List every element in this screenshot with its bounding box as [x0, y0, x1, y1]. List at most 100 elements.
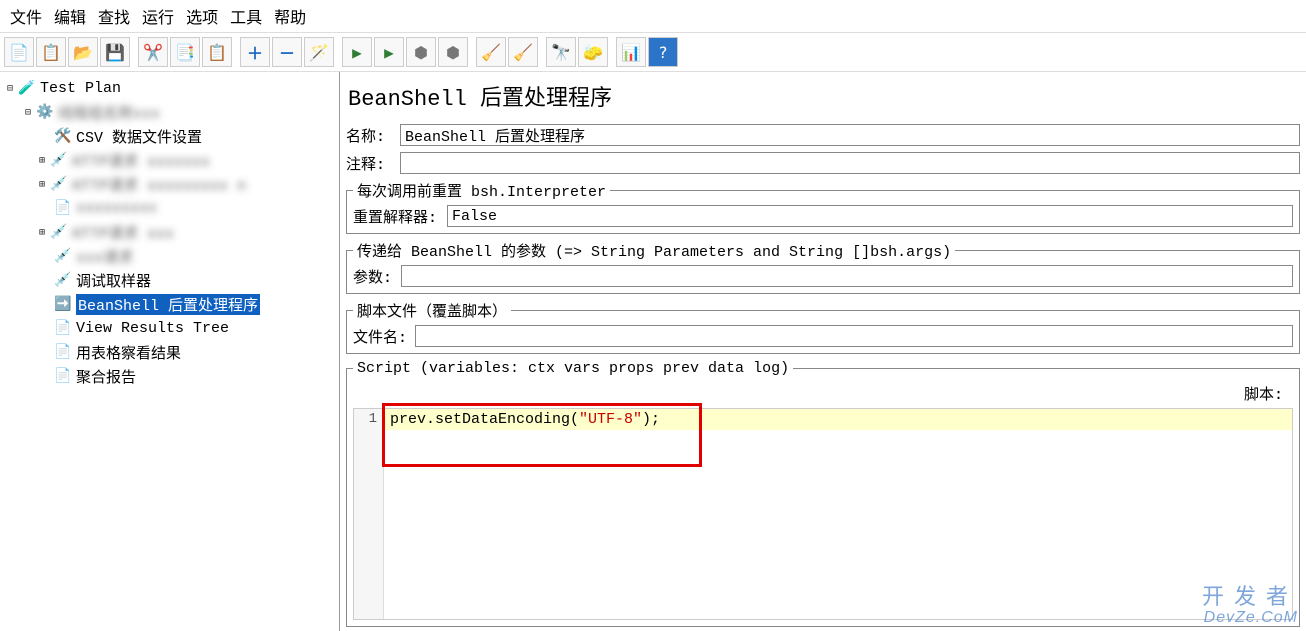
testplan-icon: 🧪	[18, 80, 36, 96]
tree-blurred-label: xxx请求	[76, 246, 133, 267]
tree-blurred-label: HTTP请求 xxx	[72, 222, 174, 243]
tree-blurred-label: xxxxxxxxx	[76, 200, 157, 217]
tree-viewresults[interactable]: 📄 View Results Tree	[2, 316, 337, 340]
wand-icon[interactable]: 🪄	[304, 37, 334, 67]
tree-tableview[interactable]: 📄 用表格察看结果	[2, 340, 337, 364]
tree-http3[interactable]: ⊞ 💉 HTTP请求 xxx	[2, 220, 337, 244]
tree-csv[interactable]: 🛠️ CSV 数据文件设置	[2, 124, 337, 148]
dropper-icon: 💉	[50, 176, 68, 192]
tree-aggregate[interactable]: 📄 聚合报告	[2, 364, 337, 388]
name-input[interactable]	[400, 124, 1300, 146]
reset-search-icon[interactable]: 🧽	[578, 37, 608, 67]
wrench-icon: 🛠️	[54, 128, 72, 144]
tree-beanshell-label: BeanShell 后置处理程序	[76, 294, 260, 315]
tree-toggle-icon[interactable]: ⊞	[36, 155, 48, 166]
menu-help[interactable]: 帮助	[270, 2, 310, 30]
comment-row: 注释:	[346, 152, 1300, 174]
menu-search[interactable]: 查找	[94, 2, 134, 30]
tree-http1[interactable]: ⊞ 💉 HTTP请求 xxxxxxx	[2, 148, 337, 172]
tree-beanshell[interactable]: ➡️ BeanShell 后置处理程序	[2, 292, 337, 316]
clear-icon[interactable]: 🧹	[476, 37, 506, 67]
menu-file[interactable]: 文件	[6, 2, 46, 30]
params-input[interactable]	[401, 265, 1293, 287]
tree-panel[interactable]: ⊟ 🧪 Test Plan ⊟ ⚙️ 线程组名称xxx 🛠️ CSV 数据文件设…	[0, 72, 340, 631]
tree-http2[interactable]: ⊞ 💉 HTTP请求 xxxxxxxxx n	[2, 172, 337, 196]
clear-all-icon[interactable]: 🧹	[508, 37, 538, 67]
tree-debug[interactable]: 💉 调试取样器	[2, 268, 337, 292]
dropper-icon: 💉	[50, 224, 68, 240]
editor-panel: BeanShell 后置处理程序 名称: 注释: 每次调用前重置 bsh.Int…	[340, 72, 1306, 631]
run-icon[interactable]: ▶	[342, 37, 372, 67]
tree-root[interactable]: ⊟ 🧪 Test Plan	[2, 76, 337, 100]
page-icon: 📄	[54, 320, 72, 336]
tree-csv-label: CSV 数据文件设置	[76, 126, 202, 147]
tree-table-label: 用表格察看结果	[76, 342, 181, 363]
tree-debug-label: 调试取样器	[76, 270, 151, 291]
name-row: 名称:	[346, 124, 1300, 146]
tree-sub2[interactable]: 💉 xxx请求	[2, 244, 337, 268]
function-helper-icon[interactable]: 📊	[616, 37, 646, 67]
file-label: 文件名:	[353, 326, 411, 347]
toolbar: 📄 📋 📂 💾 ✂️ 📑 📋 ＋ － 🪄 ▶ ▶ ⬢ ⬢ 🧹 🧹 🔭 🧽 📊 ?	[0, 32, 1306, 72]
reset-legend: 每次调用前重置 bsh.Interpreter	[353, 180, 610, 201]
paper-icon: 📄	[54, 200, 72, 216]
reset-input[interactable]	[447, 205, 1293, 227]
file-fieldset: 脚本文件（覆盖脚本） 文件名:	[346, 300, 1300, 354]
menu-tools[interactable]: 工具	[226, 2, 266, 30]
menu-options[interactable]: 选项	[182, 2, 222, 30]
tree-toggle-icon[interactable]: ⊞	[36, 227, 48, 238]
main-area: ⊟ 🧪 Test Plan ⊟ ⚙️ 线程组名称xxx 🛠️ CSV 数据文件设…	[0, 72, 1306, 631]
menu-edit[interactable]: 编辑	[50, 2, 90, 30]
tree-toggle-icon[interactable]: ⊞	[36, 179, 48, 190]
script-fieldset: Script (variables: ctx vars props prev d…	[346, 360, 1300, 627]
new-icon[interactable]: 📄	[4, 37, 34, 67]
comment-input[interactable]	[400, 152, 1300, 174]
gutter-line-1: 1	[354, 411, 377, 427]
watermark: 开发者 DevZe.CoM	[1202, 585, 1298, 627]
copy-icon[interactable]: 📑	[170, 37, 200, 67]
dropper-icon: 💉	[54, 248, 72, 264]
reset-label: 重置解释器:	[353, 206, 443, 227]
panel-title: BeanShell 后置处理程序	[346, 76, 1300, 118]
name-label: 名称:	[346, 125, 396, 146]
script-header: 脚本:	[353, 381, 1293, 408]
code-line-1[interactable]: prev.setDataEncoding("UTF-8");	[384, 409, 1292, 430]
code-gutter: 1	[354, 409, 384, 619]
tree-threadgroup[interactable]: ⊟ ⚙️ 线程组名称xxx	[2, 100, 337, 124]
file-input[interactable]	[415, 325, 1293, 347]
search-icon[interactable]: 🔭	[546, 37, 576, 67]
help-icon[interactable]: ?	[648, 37, 678, 67]
tree-toggle-icon[interactable]: ⊟	[22, 107, 34, 118]
params-legend: 传递给 BeanShell 的参数 (=> String Parameters …	[353, 240, 955, 261]
page-icon: 📄	[54, 368, 72, 384]
gear-icon: ⚙️	[36, 104, 54, 120]
tree-blurred-label: HTTP请求 xxxxxxxxx n	[72, 174, 246, 195]
tree-aggregate-label: 聚合报告	[76, 366, 136, 387]
minus-icon[interactable]: －	[272, 37, 302, 67]
file-legend: 脚本文件（覆盖脚本）	[353, 300, 511, 321]
params-label: 参数:	[353, 266, 397, 287]
menu-bar: 文件 编辑 查找 运行 选项 工具 帮助	[0, 0, 1306, 32]
stop-icon[interactable]: ⬢	[406, 37, 436, 67]
tree-root-label: Test Plan	[40, 80, 121, 97]
script-legend: Script (variables: ctx vars props prev d…	[353, 360, 793, 377]
page-icon: 📄	[54, 344, 72, 360]
code-area[interactable]: prev.setDataEncoding("UTF-8");	[384, 409, 1292, 619]
code-container: 1 prev.setDataEncoding("UTF-8");	[353, 408, 1293, 620]
menu-run[interactable]: 运行	[138, 2, 178, 30]
cut-icon[interactable]: ✂️	[138, 37, 168, 67]
tree-sub1[interactable]: 📄 xxxxxxxxx	[2, 196, 337, 220]
dropper-icon: 💉	[54, 272, 72, 288]
arrow-right-icon: ➡️	[54, 296, 72, 312]
watermark-line1: 开发者	[1202, 585, 1298, 609]
paste-icon[interactable]: 📋	[202, 37, 232, 67]
plus-icon[interactable]: ＋	[240, 37, 270, 67]
tree-blurred-label: HTTP请求 xxxxxxx	[72, 150, 210, 171]
run-remote-icon[interactable]: ▶	[374, 37, 404, 67]
tree-toggle-icon[interactable]: ⊟	[4, 83, 16, 94]
template-icon[interactable]: 📋	[36, 37, 66, 67]
shutdown-icon[interactable]: ⬢	[438, 37, 468, 67]
save-icon[interactable]: 💾	[100, 37, 130, 67]
open-icon[interactable]: 📂	[68, 37, 98, 67]
params-fieldset: 传递给 BeanShell 的参数 (=> String Parameters …	[346, 240, 1300, 294]
